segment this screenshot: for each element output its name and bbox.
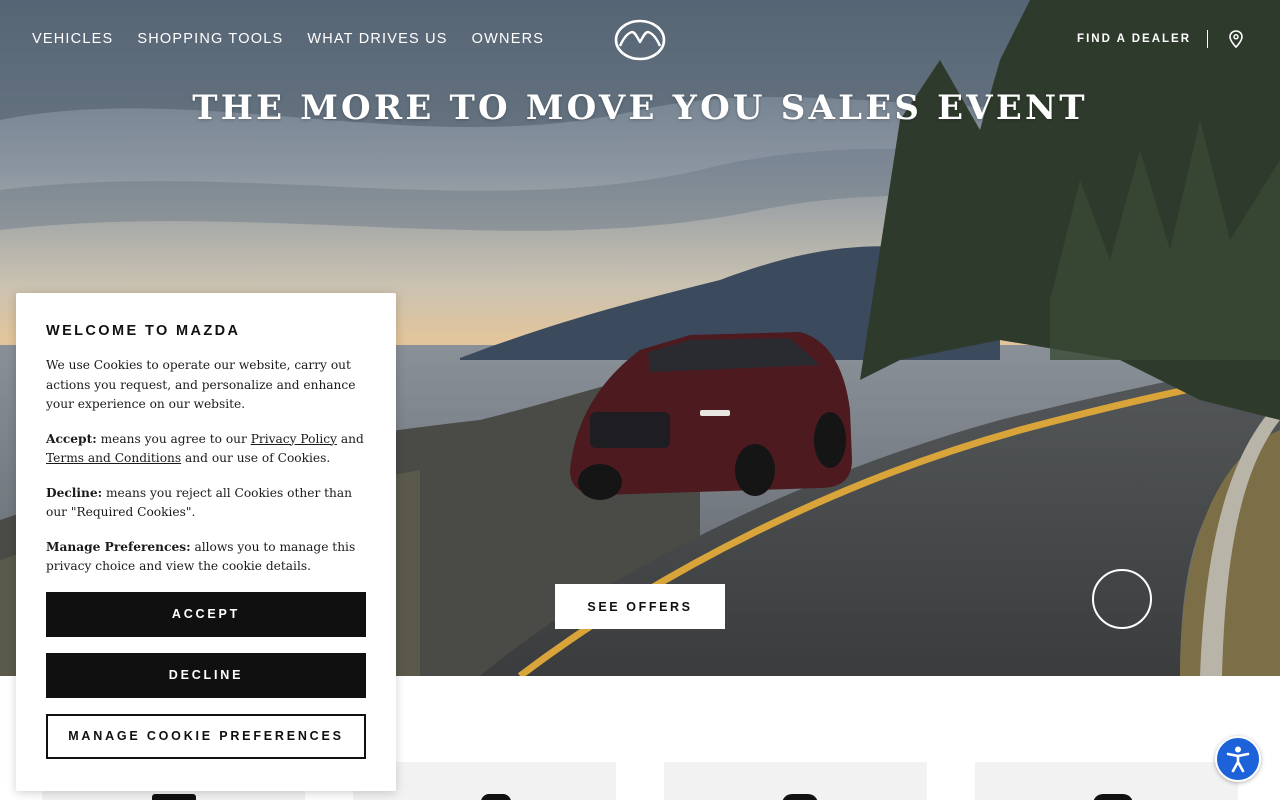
top-navigation: VEHICLES SHOPPING TOOLS WHAT DRIVES US O… <box>0 0 1280 80</box>
manage-cookie-preferences-button[interactable]: MANAGE COOKIE PREFERENCES <box>46 713 366 759</box>
terms-and-conditions-link[interactable]: Terms and Conditions <box>46 451 181 465</box>
cookie-title: WELCOME TO MAZDA <box>46 323 241 339</box>
see-offers-button[interactable]: SEE OFFERS <box>555 584 725 629</box>
accept-text: means you agree to our <box>96 431 251 446</box>
find-a-dealer-link[interactable]: FIND A DEALER <box>1077 33 1191 45</box>
map-pin-icon[interactable] <box>1228 30 1244 48</box>
circle-ring-icon[interactable] <box>1092 569 1152 629</box>
privacy-policy-link[interactable]: Privacy Policy <box>251 432 337 446</box>
nav-divider <box>1207 30 1208 48</box>
decline-term: Decline: <box>46 485 103 500</box>
nav-shopping-tools[interactable]: SHOPPING TOOLS <box>137 31 283 47</box>
cookie-intro: We use Cookies to operate our website, c… <box>46 358 356 411</box>
accept-text-and: and <box>336 431 364 446</box>
manage-term: Manage Preferences: <box>46 539 191 554</box>
nav-owners[interactable]: OWNERS <box>472 31 544 47</box>
nav-utility: FIND A DEALER <box>1077 30 1244 48</box>
card-image <box>152 794 196 800</box>
card-image <box>1093 794 1133 800</box>
accessibility-button[interactable] <box>1215 736 1261 782</box>
cookie-decline-description: Decline: means you reject all Cookies ot… <box>46 484 366 523</box>
accept-term: Accept: <box>46 431 97 446</box>
vehicle-card[interactable] <box>975 762 1238 800</box>
vehicle-card[interactable] <box>664 762 927 800</box>
accept-cookies-button[interactable]: ACCEPT <box>46 591 366 637</box>
cookie-consent-dialog: WELCOME TO MAZDA We use Cookies to opera… <box>16 293 396 791</box>
card-image <box>481 794 511 800</box>
decline-cookies-button[interactable]: DECLINE <box>46 652 366 698</box>
mazda-logo-icon[interactable] <box>614 19 666 61</box>
nav-vehicles[interactable]: VEHICLES <box>32 31 113 47</box>
accessibility-icon <box>1226 746 1250 773</box>
nav-what-drives-us[interactable]: WHAT DRIVES US <box>307 31 447 47</box>
primary-nav: VEHICLES SHOPPING TOOLS WHAT DRIVES US O… <box>32 31 544 47</box>
cookie-manage-description: Manage Preferences: allows you to manage… <box>46 538 366 577</box>
hero-title: THE MORE TO MOVE YOU SALES EVENT <box>192 88 1088 128</box>
accept-text-end: and our use of Cookies. <box>181 451 331 465</box>
cookie-accept-description: Accept: means you agree to our Privacy P… <box>46 430 366 469</box>
card-image <box>782 794 818 800</box>
